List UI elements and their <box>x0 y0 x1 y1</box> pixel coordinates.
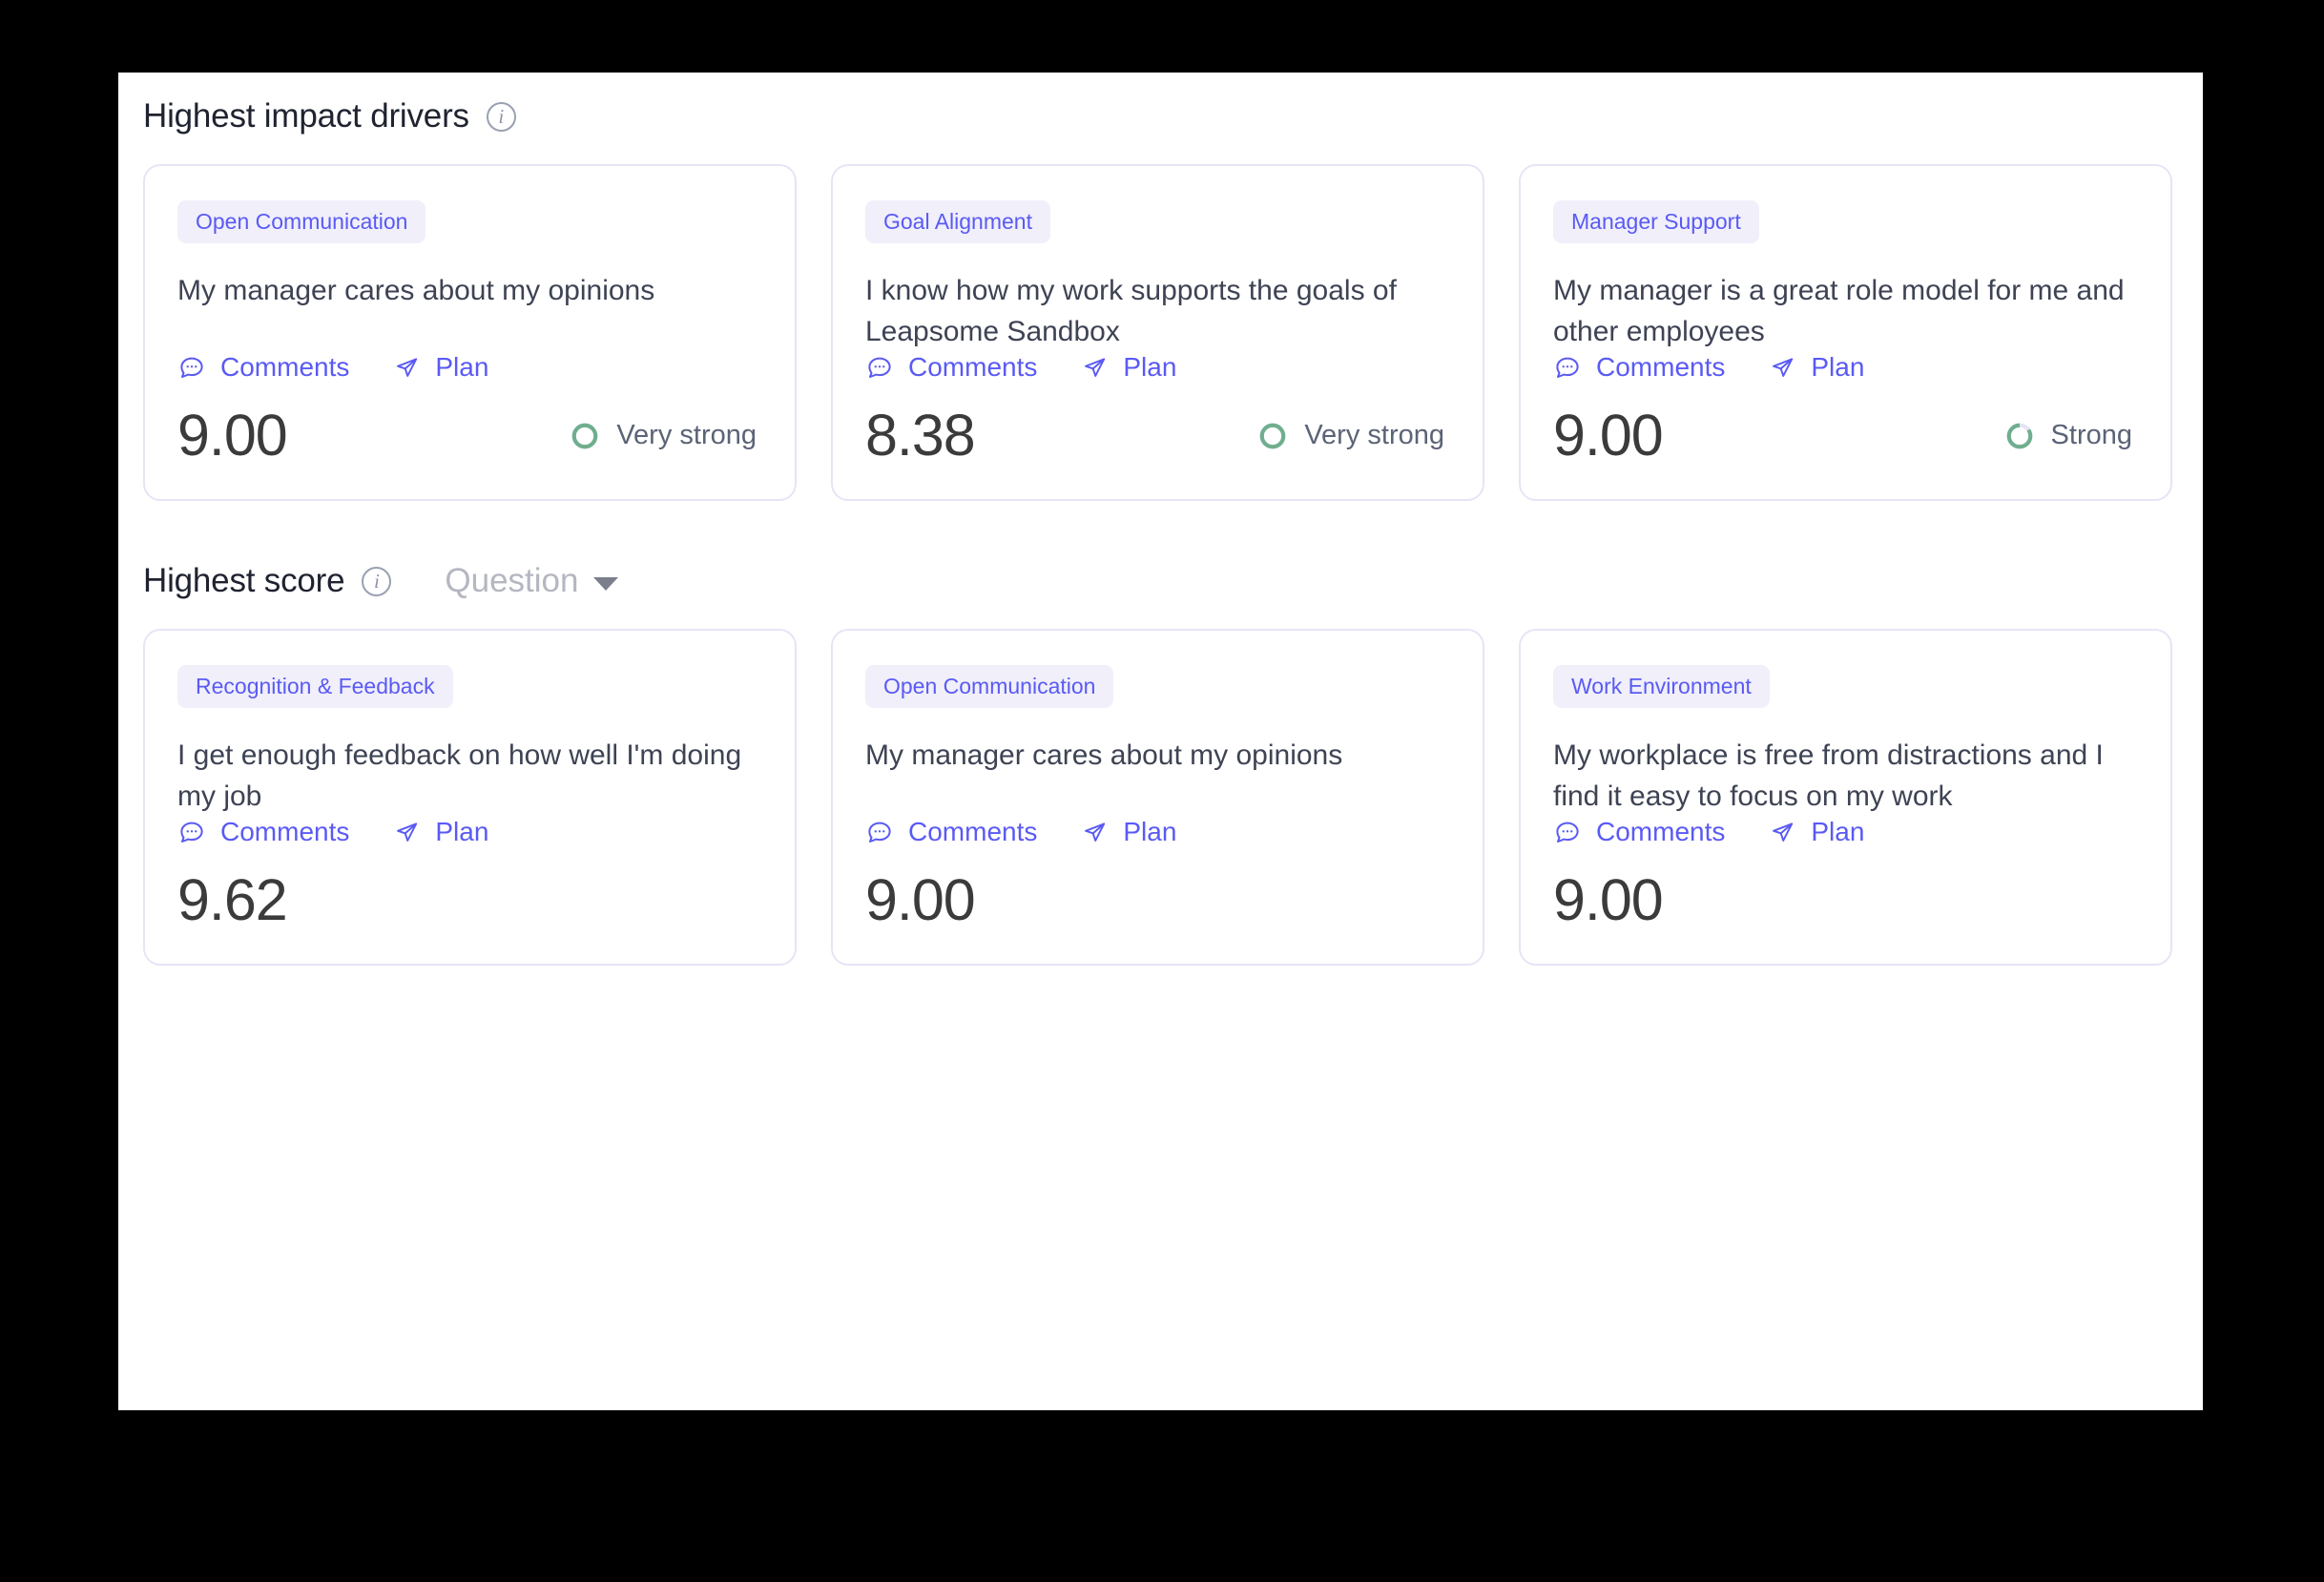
comment-bubble-icon <box>177 818 206 846</box>
score-row: 8.38 Very strong <box>865 406 1450 465</box>
score-card[interactable]: Open Communication My manager cares abou… <box>831 629 1484 966</box>
score-value: 8.38 <box>865 403 976 468</box>
dashboard-panel: Highest impact drivers i Open Communicat… <box>118 73 2203 1410</box>
strength-ring-icon <box>2006 423 2032 448</box>
score-value: 9.00 <box>865 867 976 932</box>
category-tag: Manager Support <box>1553 200 1759 243</box>
comment-bubble-icon <box>177 353 206 382</box>
strength-label: Very strong <box>616 420 757 450</box>
plan-button[interactable]: Plan <box>393 819 488 846</box>
paper-plane-icon <box>1769 819 1796 846</box>
comments-button[interactable]: Comments <box>865 818 1037 846</box>
comments-label: Comments <box>908 817 1038 846</box>
strength-label: Strong <box>2050 420 2132 450</box>
section-header-impact-drivers: Highest impact drivers i <box>143 97 516 135</box>
card-actions: Comments Plan <box>1553 353 2138 382</box>
comment-bubble-icon <box>1553 818 1582 846</box>
question-text: My manager is a great role model for me … <box>1553 275 2125 347</box>
status-badge: Strong <box>2005 420 2138 451</box>
paper-plane-icon <box>393 354 421 382</box>
score-row: 9.00 <box>865 871 1450 929</box>
chevron-down-icon <box>593 576 619 591</box>
category-tag: Recognition & Feedback <box>177 665 453 708</box>
section-title: Highest score <box>143 562 345 599</box>
status-badge: Very strong <box>1258 420 1450 451</box>
category-tag: Goal Alignment <box>865 200 1050 243</box>
question-filter-label: Question <box>445 562 579 599</box>
screen-backdrop: Highest impact drivers i Open Communicat… <box>0 0 2324 1582</box>
comments-button[interactable]: Comments <box>177 353 349 382</box>
card-actions: Comments Plan <box>865 353 1450 382</box>
question-filter-dropdown[interactable]: Question <box>445 562 619 600</box>
comments-button[interactable]: Comments <box>177 818 349 846</box>
strength-ring-icon <box>571 423 598 448</box>
score-value: 9.00 <box>1553 867 1664 932</box>
category-tag: Open Communication <box>177 200 426 243</box>
plan-label: Plan <box>1811 817 1865 846</box>
driver-card[interactable]: Manager Support My manager is a great ro… <box>1519 164 2172 501</box>
comments-label: Comments <box>220 817 350 846</box>
card-actions: Comments Plan <box>177 818 762 846</box>
driver-card[interactable]: Goal Alignment I know how my work suppor… <box>831 164 1484 501</box>
paper-plane-icon <box>1769 354 1796 382</box>
strength-label: Very strong <box>1304 420 1444 450</box>
info-circle-icon[interactable]: i <box>486 101 516 132</box>
comments-button[interactable]: Comments <box>1553 818 1725 846</box>
plan-button[interactable]: Plan <box>1081 819 1176 846</box>
impact-drivers-card-grid: Open Communication My manager cares abou… <box>143 164 2172 501</box>
category-tag: Work Environment <box>1553 665 1770 708</box>
paper-plane-icon <box>1081 354 1109 382</box>
status-badge: Very strong <box>571 420 762 451</box>
section-header-highest-score: Highest score i Question <box>143 562 619 600</box>
question-text: I know how my work supports the goals of… <box>865 275 1397 347</box>
card-actions: Comments Plan <box>865 818 1450 846</box>
comments-label: Comments <box>220 352 350 382</box>
paper-plane-icon <box>393 819 421 846</box>
score-card[interactable]: Recognition & Feedback I get enough feed… <box>143 629 797 966</box>
comment-bubble-icon <box>1553 353 1582 382</box>
question-text: My manager cares about my opinions <box>177 275 655 306</box>
score-value: 9.00 <box>177 403 288 468</box>
info-circle-icon[interactable]: i <box>362 566 392 596</box>
comments-label: Comments <box>908 352 1038 382</box>
card-actions: Comments Plan <box>1553 818 2138 846</box>
score-card[interactable]: Work Environment My workplace is free fr… <box>1519 629 2172 966</box>
page-title: Highest impact drivers <box>143 97 469 135</box>
question-text: My manager cares about my opinions <box>865 739 1343 771</box>
comments-label: Comments <box>1596 817 1726 846</box>
plan-button[interactable]: Plan <box>1769 354 1864 382</box>
highest-score-card-grid: Recognition & Feedback I get enough feed… <box>143 629 2172 966</box>
question-text: I get enough feedback on how well I'm do… <box>177 739 742 812</box>
plan-label: Plan <box>1123 817 1177 846</box>
plan-button[interactable]: Plan <box>1769 819 1864 846</box>
question-text: My workplace is free from distractions a… <box>1553 739 2104 812</box>
score-value: 9.62 <box>177 867 288 932</box>
category-tag: Open Communication <box>865 665 1114 708</box>
score-row: 9.00 Strong <box>1553 406 2138 465</box>
plan-button[interactable]: Plan <box>1081 354 1176 382</box>
comment-bubble-icon <box>865 818 894 846</box>
comment-bubble-icon <box>865 353 894 382</box>
score-row: 9.00 <box>1553 871 2138 929</box>
comments-button[interactable]: Comments <box>865 353 1037 382</box>
score-row: 9.00 Very strong <box>177 406 762 465</box>
plan-label: Plan <box>435 352 489 382</box>
score-row: 9.62 <box>177 871 762 929</box>
paper-plane-icon <box>1081 819 1109 846</box>
plan-button[interactable]: Plan <box>393 354 488 382</box>
comments-label: Comments <box>1596 352 1726 382</box>
plan-label: Plan <box>1811 352 1865 382</box>
plan-label: Plan <box>1123 352 1177 382</box>
plan-label: Plan <box>435 817 489 846</box>
strength-ring-icon <box>1259 423 1286 448</box>
card-actions: Comments Plan <box>177 353 762 382</box>
score-value: 9.00 <box>1553 403 1664 468</box>
driver-card[interactable]: Open Communication My manager cares abou… <box>143 164 797 501</box>
comments-button[interactable]: Comments <box>1553 353 1725 382</box>
